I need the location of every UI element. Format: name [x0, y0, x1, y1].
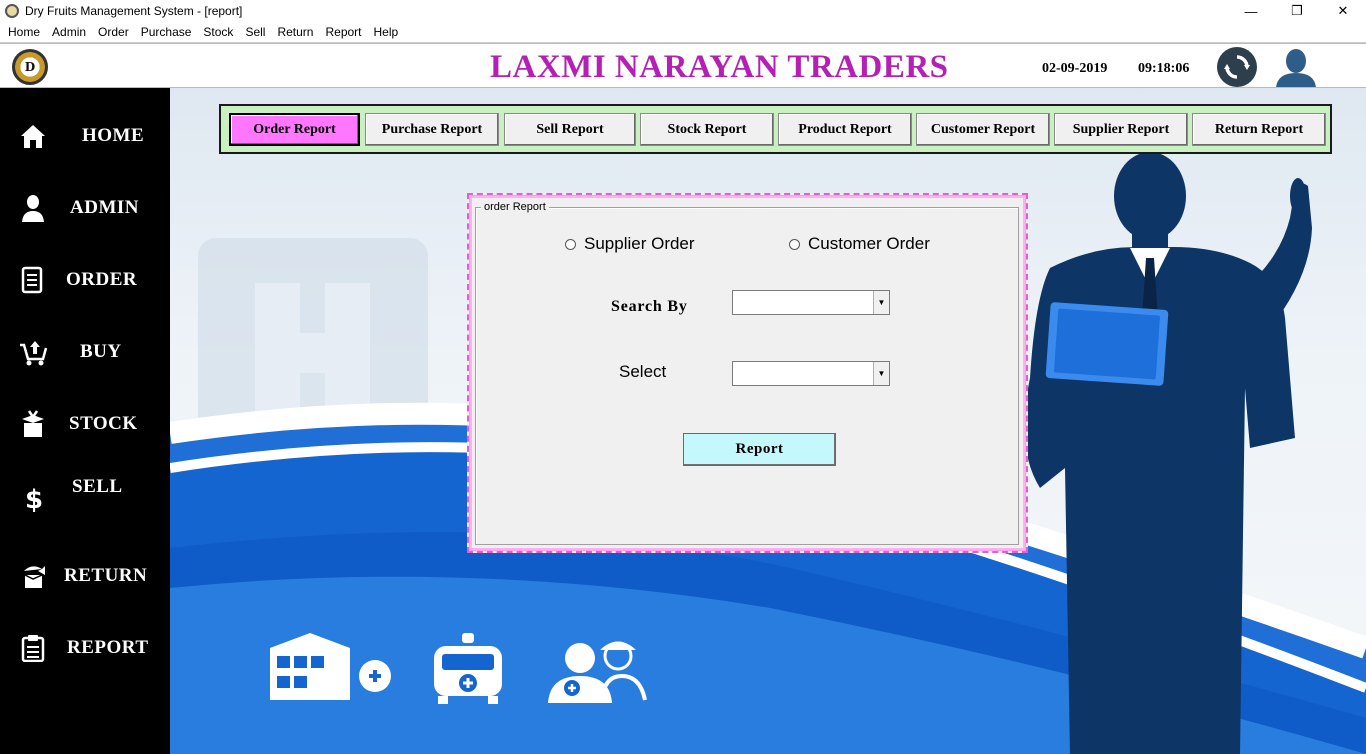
tab-return-report[interactable]: Return Report — [1192, 113, 1326, 146]
menu-order[interactable]: Order — [92, 25, 135, 39]
sidebar-item-report[interactable]: REPORT — [0, 628, 170, 668]
tab-product-report[interactable]: Product Report — [778, 113, 912, 146]
select-label: Select — [619, 362, 667, 381]
chevron-down-icon[interactable]: ▼ — [873, 362, 889, 385]
tab-purchase-report[interactable]: Purchase Report — [365, 113, 499, 146]
svg-text:$: $ — [25, 485, 43, 514]
sidebar-item-return[interactable]: RETURN — [0, 556, 170, 596]
report-tabbar: Order Report Purchase Report Sell Report… — [219, 104, 1332, 154]
user-profile-icon[interactable] — [1273, 47, 1319, 87]
tab-stock-report[interactable]: Stock Report — [640, 113, 774, 146]
current-time: 09:18:06 — [1138, 61, 1190, 76]
company-logo: D — [12, 49, 48, 85]
cart-icon — [18, 337, 48, 367]
app-icon — [5, 4, 19, 18]
sidebar-label-admin: ADMIN — [70, 197, 139, 218]
menu-bar: Home Admin Order Purchase Stock Sell Ret… — [0, 22, 1366, 43]
sidebar-label-report: REPORT — [67, 637, 149, 658]
tab-customer-report[interactable]: Customer Report — [916, 113, 1050, 146]
menu-stock[interactable]: Stock — [197, 25, 239, 39]
sidebar-label-order: ORDER — [66, 269, 138, 290]
supplier-order-label: Supplier Order — [584, 234, 695, 253]
current-date: 02-09-2019 — [1042, 61, 1108, 76]
close-button[interactable]: ✕ — [1320, 0, 1366, 22]
report-button[interactable]: Report — [683, 433, 836, 466]
sidebar-item-stock[interactable]: STOCK — [0, 404, 170, 444]
sidebar-label-buy: BUY — [80, 341, 122, 362]
supplier-order-radio[interactable]: Supplier Order — [565, 234, 695, 254]
refresh-icon[interactable] — [1217, 47, 1257, 87]
dollar-icon: $ — [18, 483, 48, 514]
select-dropdown[interactable]: ▼ — [732, 361, 890, 386]
window-controls: — ❐ ✕ — [1228, 0, 1366, 22]
menu-home[interactable]: Home — [2, 25, 46, 39]
user-icon — [18, 193, 48, 223]
sidebar: HOME ADMIN ORDER BUY STOCK $ SELL RETURN… — [0, 88, 170, 754]
chevron-down-icon[interactable]: ▼ — [873, 291, 889, 314]
minimize-button[interactable]: — — [1228, 0, 1274, 22]
menu-admin[interactable]: Admin — [46, 25, 92, 39]
tab-order-report[interactable]: Order Report — [229, 113, 360, 146]
radio-circle[interactable] — [789, 238, 800, 250]
tab-supplier-report[interactable]: Supplier Report — [1054, 113, 1188, 146]
sidebar-label-stock: STOCK — [69, 413, 138, 434]
tab-sell-report[interactable]: Sell Report — [504, 113, 636, 146]
document-icon — [18, 265, 48, 295]
radio-circle[interactable] — [565, 238, 576, 250]
customer-order-radio[interactable]: Customer Order — [789, 234, 930, 254]
sidebar-label-sell: SELL — [72, 476, 123, 497]
sidebar-label-return: RETURN — [64, 565, 148, 586]
clipboard-icon — [18, 633, 48, 663]
search-by-select[interactable]: ▼ — [732, 290, 890, 315]
window-title: Dry Fruits Management System - [report] — [25, 4, 243, 18]
menu-purchase[interactable]: Purchase — [135, 25, 198, 39]
menu-sell[interactable]: Sell — [239, 25, 271, 39]
app-header: D LAXMI NARAYAN TRADERS 02-09-2019 09:18… — [0, 43, 1366, 88]
customer-order-label: Customer Order — [808, 234, 930, 253]
sidebar-item-buy[interactable]: BUY — [0, 332, 170, 372]
sidebar-item-order[interactable]: ORDER — [0, 260, 170, 300]
sidebar-item-sell[interactable]: $ SELL — [0, 476, 170, 518]
sidebar-item-home[interactable]: HOME — [0, 116, 170, 156]
title-bar: Dry Fruits Management System - [report] … — [0, 0, 1366, 22]
sidebar-label-home: HOME — [82, 125, 145, 146]
restore-button[interactable]: ❐ — [1274, 0, 1320, 22]
menu-help[interactable]: Help — [368, 25, 405, 39]
sidebar-item-admin[interactable]: ADMIN — [0, 188, 170, 228]
home-icon — [18, 121, 48, 151]
search-by-label: Search By — [611, 298, 688, 315]
groupbox-title: order Report — [481, 201, 549, 213]
box-icon — [18, 409, 48, 439]
menu-report[interactable]: Report — [319, 25, 367, 39]
company-name: LAXMI NARAYAN TRADERS — [490, 49, 949, 85]
return-icon — [18, 561, 48, 591]
menu-return[interactable]: Return — [271, 25, 319, 39]
